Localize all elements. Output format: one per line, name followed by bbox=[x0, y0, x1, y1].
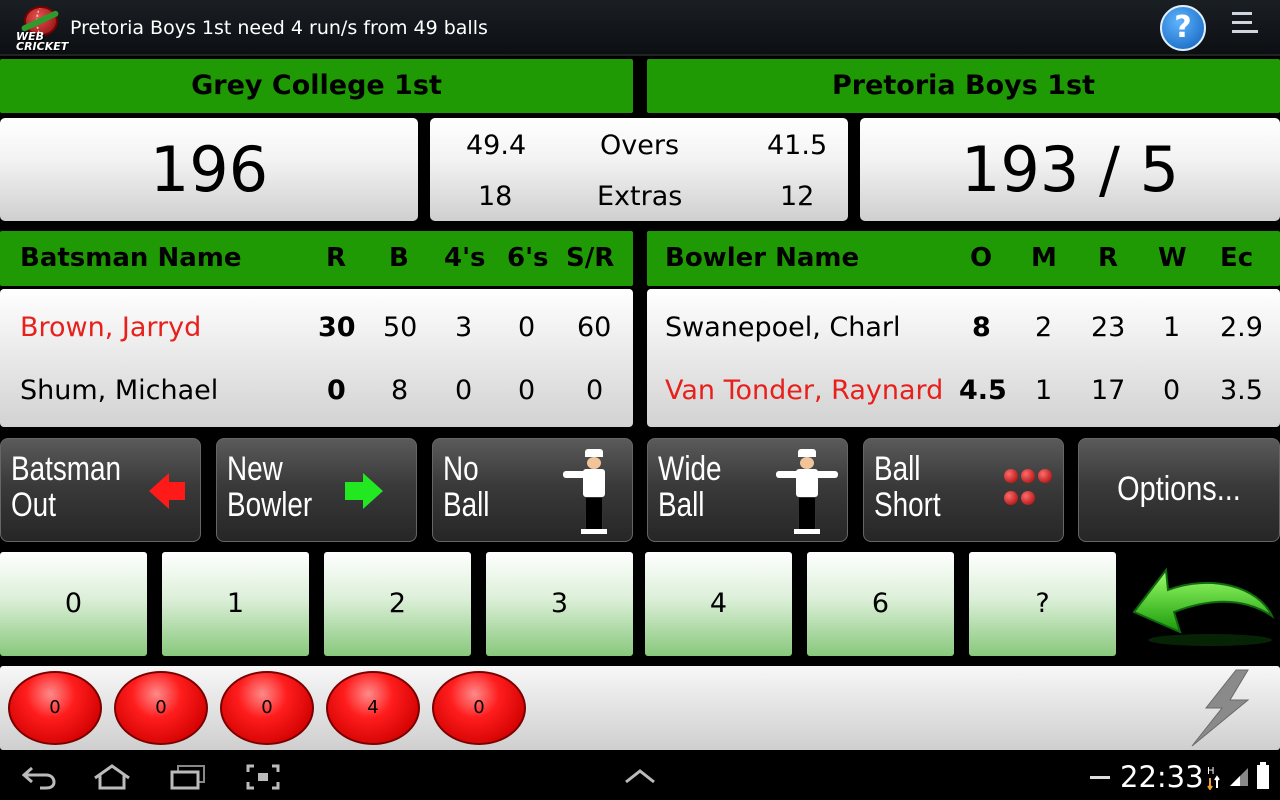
col-sixes: 6's bbox=[507, 243, 549, 273]
batsman-balls: 50 bbox=[383, 312, 418, 343]
run-4-button[interactable]: 4 bbox=[645, 552, 792, 656]
bowler-maidens: 2 bbox=[1035, 312, 1053, 343]
run-1-button[interactable]: 1 bbox=[162, 552, 309, 656]
run-3-button[interactable]: 3 bbox=[486, 552, 633, 656]
bowler-economy: 2.9 bbox=[1220, 312, 1263, 343]
bowler-overs: 8 bbox=[972, 312, 991, 343]
system-nav-bar: H bbox=[0, 752, 1280, 800]
lightning-bolt-icon[interactable] bbox=[1188, 668, 1254, 748]
col-runs: R bbox=[326, 243, 347, 273]
batsman-sixes: 0 bbox=[518, 312, 536, 343]
delivery-ball[interactable]: 4 bbox=[326, 671, 420, 745]
col-maidens: M bbox=[1031, 243, 1057, 273]
help-icon[interactable]: ? bbox=[1160, 5, 1206, 51]
bowling-header: Bowler Name O M R W Ec bbox=[647, 231, 1280, 286]
overs-label: Overs bbox=[600, 130, 680, 161]
bowler-wickets: 0 bbox=[1163, 375, 1181, 406]
left-total-score: 196 bbox=[149, 133, 269, 206]
batsman-fours: 3 bbox=[455, 312, 473, 343]
status-clock: 22:33 bbox=[1120, 760, 1204, 794]
svg-text:H: H bbox=[1207, 766, 1215, 777]
overflow-menu-icon[interactable] bbox=[1232, 12, 1262, 42]
cricket-balls-icon bbox=[1004, 467, 1054, 511]
match-status-title: Pretoria Boys 1st need 4 run/s from 49 b… bbox=[70, 17, 488, 39]
home-icon[interactable] bbox=[92, 764, 132, 790]
batsman-name[interactable]: Brown, Jarryd bbox=[20, 312, 201, 343]
undo-arrow-icon[interactable] bbox=[1130, 560, 1275, 650]
delivery-ball[interactable]: 0 bbox=[8, 671, 102, 745]
batsman-out-button[interactable]: Batsman Out bbox=[0, 438, 201, 542]
extras-right: 12 bbox=[780, 181, 815, 212]
col-wickets: W bbox=[1158, 243, 1187, 273]
bowler-wickets: 1 bbox=[1163, 312, 1181, 343]
minus-notification-icon bbox=[1090, 776, 1110, 779]
batsman-strike-rate: 60 bbox=[577, 312, 612, 343]
back-icon[interactable] bbox=[22, 764, 56, 790]
col-strike-rate: S/R bbox=[566, 243, 615, 273]
run-2-button[interactable]: 2 bbox=[324, 552, 471, 656]
options-button[interactable]: Options... bbox=[1078, 438, 1280, 542]
bowler-name[interactable]: Van Tonder, Raynard bbox=[665, 375, 943, 406]
umpire-no-ball-icon bbox=[561, 449, 627, 535]
run-0-button[interactable]: 0 bbox=[0, 552, 147, 656]
batsman-runs: 0 bbox=[327, 375, 346, 406]
extras-left: 18 bbox=[478, 181, 513, 212]
wide-ball-button[interactable]: Wide Ball bbox=[647, 438, 848, 542]
overs-extras-panel: 49.4 Overs 41.5 18 Extras 12 bbox=[430, 118, 848, 221]
bowler-runs: 17 bbox=[1091, 375, 1126, 406]
batsman-runs: 30 bbox=[318, 312, 356, 343]
col-fours: 4's bbox=[444, 243, 486, 273]
action-bar: WEB CRICKET Pretoria Boys 1st need 4 run… bbox=[0, 0, 1280, 56]
col-balls: B bbox=[389, 243, 409, 273]
batsman-balls: 8 bbox=[391, 375, 409, 406]
delivery-ball[interactable]: 0 bbox=[114, 671, 208, 745]
run-other-button[interactable]: ? bbox=[969, 552, 1116, 656]
app-root: WEB CRICKET Pretoria Boys 1st need 4 run… bbox=[0, 0, 1280, 800]
current-over-strip: 0 0 0 4 0 bbox=[0, 666, 1280, 750]
col-economy: Ec bbox=[1220, 243, 1254, 273]
delivery-ball[interactable]: 0 bbox=[432, 671, 526, 745]
chevron-up-icon[interactable] bbox=[624, 768, 656, 784]
red-arrow-left-icon bbox=[149, 473, 185, 509]
bowler-maidens: 1 bbox=[1035, 375, 1053, 406]
col-overs: O bbox=[970, 243, 993, 273]
batsman-fours: 0 bbox=[455, 375, 473, 406]
no-ball-button[interactable]: No Ball bbox=[432, 438, 633, 542]
screenshot-icon[interactable] bbox=[246, 764, 280, 790]
bowling-table: Swanepoel, Charl 8 2 23 1 2.9 Van Tonder… bbox=[647, 289, 1280, 427]
data-transfer-icon: H bbox=[1207, 766, 1220, 790]
umpire-wide-icon bbox=[774, 449, 840, 535]
recent-apps-icon[interactable] bbox=[170, 764, 206, 790]
batsman-sixes: 0 bbox=[518, 375, 536, 406]
run-6-button[interactable]: 6 bbox=[807, 552, 954, 656]
extras-label: Extras bbox=[597, 181, 683, 212]
new-bowler-button[interactable]: New Bowler bbox=[216, 438, 417, 542]
col-bowler-runs: R bbox=[1098, 243, 1119, 273]
batsman-strike-rate: 0 bbox=[586, 375, 604, 406]
batting-table: Brown, Jarryd 30 50 3 0 60 Shum, Michael… bbox=[0, 289, 633, 427]
team-header-right: Pretoria Boys 1st bbox=[647, 59, 1280, 113]
batsman-name[interactable]: Shum, Michael bbox=[20, 375, 218, 406]
right-total-score: 193 / 5 bbox=[960, 133, 1180, 206]
bowler-runs: 23 bbox=[1091, 312, 1126, 343]
team-header-left: Grey College 1st bbox=[0, 59, 633, 113]
bowler-overs: 4.5 bbox=[959, 375, 1007, 406]
green-arrow-right-icon bbox=[345, 473, 383, 509]
bowler-name[interactable]: Swanepoel, Charl bbox=[665, 312, 901, 343]
battery-icon bbox=[1257, 762, 1269, 789]
col-batsman-name: Batsman Name bbox=[20, 243, 242, 273]
col-bowler-name: Bowler Name bbox=[665, 243, 860, 273]
bowler-economy: 3.5 bbox=[1220, 375, 1263, 406]
overs-right: 41.5 bbox=[767, 130, 828, 161]
left-score-panel: 196 bbox=[0, 118, 418, 221]
batting-header: Batsman Name R B 4's 6's S/R bbox=[0, 231, 633, 286]
web-cricket-logo-icon[interactable]: WEB CRICKET bbox=[16, 6, 68, 52]
ball-short-button[interactable]: Ball Short bbox=[863, 438, 1064, 542]
right-score-panel: 193 / 5 bbox=[860, 118, 1280, 221]
overs-left: 49.4 bbox=[466, 130, 527, 161]
delivery-ball[interactable]: 0 bbox=[220, 671, 314, 745]
signal-icon bbox=[1230, 768, 1248, 786]
